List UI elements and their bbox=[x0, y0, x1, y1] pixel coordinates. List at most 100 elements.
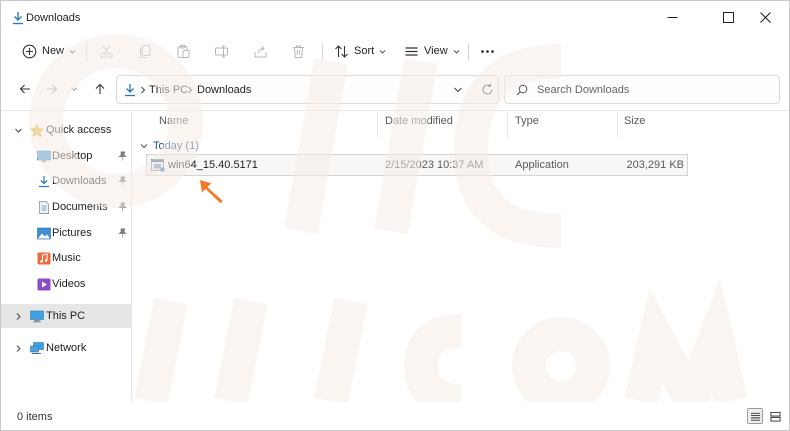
up-button[interactable] bbox=[92, 81, 108, 97]
table-row[interactable]: win64_15.40.5171 2/15/2023 10:37 AM Appl… bbox=[146, 154, 688, 176]
close-icon bbox=[759, 12, 771, 23]
navigation-pane: Quick access Desktop Downloads Documents… bbox=[1, 112, 132, 402]
arrow-up-icon bbox=[95, 83, 105, 94]
tiles-view-button[interactable] bbox=[767, 408, 783, 424]
explorer-window: Downloads New Sort View This PC Download… bbox=[0, 0, 790, 431]
address-bar[interactable]: This PC Downloads bbox=[116, 75, 499, 104]
sidebar-item-downloads[interactable]: Downloads bbox=[1, 169, 132, 193]
details-view-icon bbox=[750, 412, 760, 421]
sidebar-item-label: Desktop bbox=[52, 150, 93, 162]
command-bar: New Sort View bbox=[1, 35, 789, 68]
chevron-down-icon[interactable] bbox=[453, 85, 463, 95]
sidebar-item-label: Documents bbox=[52, 201, 108, 213]
computer-icon bbox=[30, 310, 44, 322]
pin-icon[interactable] bbox=[118, 202, 127, 212]
navigation-bar: This PC Downloads bbox=[1, 68, 789, 111]
paste-button[interactable] bbox=[176, 40, 191, 62]
arrow-left-icon bbox=[19, 84, 30, 94]
rename-button[interactable] bbox=[214, 40, 229, 62]
group-label: Today (1) bbox=[153, 140, 199, 152]
copy-icon bbox=[140, 44, 151, 58]
minimize-icon bbox=[667, 17, 677, 18]
sort-button[interactable]: Sort bbox=[334, 40, 386, 62]
more-options-button[interactable] bbox=[480, 40, 495, 62]
desktop-icon bbox=[37, 150, 51, 162]
maximize-icon bbox=[722, 12, 734, 23]
search-box[interactable] bbox=[504, 75, 780, 104]
window-title: Downloads bbox=[26, 12, 81, 24]
column-header-date-modified[interactable]: Date modified bbox=[385, 115, 453, 127]
chevron-down-icon bbox=[379, 49, 386, 54]
column-divider[interactable] bbox=[377, 112, 378, 138]
chevron-right-icon bbox=[16, 312, 21, 320]
column-header-size[interactable]: Size bbox=[624, 115, 645, 127]
details-view-button[interactable] bbox=[747, 408, 763, 424]
view-button-label: View bbox=[424, 45, 448, 57]
view-button[interactable]: View bbox=[404, 40, 460, 62]
title-bar: Downloads bbox=[1, 1, 789, 35]
search-icon bbox=[516, 84, 528, 96]
sidebar-item-label: Quick access bbox=[46, 124, 112, 136]
forward-button[interactable] bbox=[44, 81, 60, 97]
pointer-arrow-icon bbox=[198, 178, 225, 206]
recent-locations-button[interactable] bbox=[69, 81, 79, 97]
music-icon bbox=[37, 252, 51, 264]
sidebar-item-music[interactable]: Music bbox=[1, 246, 132, 270]
sidebar-item-label: This PC bbox=[46, 310, 86, 322]
pin-icon[interactable] bbox=[118, 151, 127, 161]
rename-icon bbox=[215, 45, 228, 57]
tiles-view-icon bbox=[769, 411, 781, 422]
file-type: Application bbox=[515, 159, 569, 171]
downloads-icon bbox=[39, 175, 49, 187]
new-button-label: New bbox=[42, 45, 65, 57]
chevron-right-icon bbox=[141, 86, 146, 94]
share-button[interactable] bbox=[253, 40, 268, 62]
delete-button[interactable] bbox=[291, 40, 306, 62]
breadcrumb-downloads[interactable]: Downloads bbox=[197, 84, 251, 96]
chevron-down-icon bbox=[453, 49, 460, 54]
chevron-down-icon bbox=[15, 128, 22, 133]
sidebar-item-this-pc[interactable]: This PC bbox=[1, 304, 132, 328]
chevron-right-icon bbox=[16, 344, 21, 352]
documents-icon bbox=[39, 200, 49, 214]
toolbar-divider bbox=[468, 43, 469, 61]
toolbar-divider bbox=[322, 43, 323, 61]
sidebar-item-label: Network bbox=[46, 342, 87, 354]
close-button[interactable] bbox=[742, 1, 788, 34]
column-divider[interactable] bbox=[507, 112, 508, 138]
sidebar-item-network[interactable]: Network bbox=[1, 336, 132, 360]
cut-button[interactable] bbox=[99, 40, 114, 62]
refresh-icon[interactable] bbox=[481, 83, 494, 96]
sidebar-item-pictures[interactable]: Pictures bbox=[1, 221, 132, 245]
column-header-name[interactable]: Name bbox=[159, 115, 188, 127]
column-divider[interactable] bbox=[617, 112, 618, 138]
breadcrumb-this-pc[interactable]: This PC bbox=[149, 84, 188, 96]
sidebar-item-label: Videos bbox=[52, 278, 86, 290]
toolbar-divider bbox=[86, 43, 87, 61]
chevron-down-icon bbox=[71, 87, 77, 91]
pin-icon[interactable] bbox=[118, 176, 127, 186]
sidebar-item-videos[interactable]: Videos bbox=[1, 272, 132, 296]
chevron-down-icon bbox=[140, 144, 148, 149]
search-input[interactable] bbox=[537, 82, 772, 98]
sort-icon bbox=[335, 44, 348, 58]
new-button[interactable]: New bbox=[22, 40, 76, 62]
back-button[interactable] bbox=[17, 81, 33, 97]
share-icon bbox=[254, 45, 267, 57]
pin-icon[interactable] bbox=[118, 228, 127, 238]
sidebar-item-desktop[interactable]: Desktop bbox=[1, 144, 132, 168]
file-size: 203,291 KB bbox=[626, 159, 685, 171]
group-header-today[interactable]: Today (1) bbox=[140, 138, 199, 154]
videos-icon bbox=[37, 278, 51, 290]
sidebar-item-quick-access[interactable]: Quick access bbox=[1, 118, 132, 142]
view-icon bbox=[405, 46, 418, 56]
plus-circle-icon bbox=[22, 44, 37, 58]
column-header-type[interactable]: Type bbox=[515, 115, 539, 127]
sidebar-item-documents[interactable]: Documents bbox=[1, 195, 132, 219]
minimize-button[interactable] bbox=[649, 1, 695, 34]
downloads-icon bbox=[125, 84, 135, 97]
pictures-icon bbox=[37, 227, 51, 239]
application-icon bbox=[151, 159, 165, 172]
copy-button[interactable] bbox=[138, 40, 153, 62]
paste-icon bbox=[177, 44, 190, 58]
